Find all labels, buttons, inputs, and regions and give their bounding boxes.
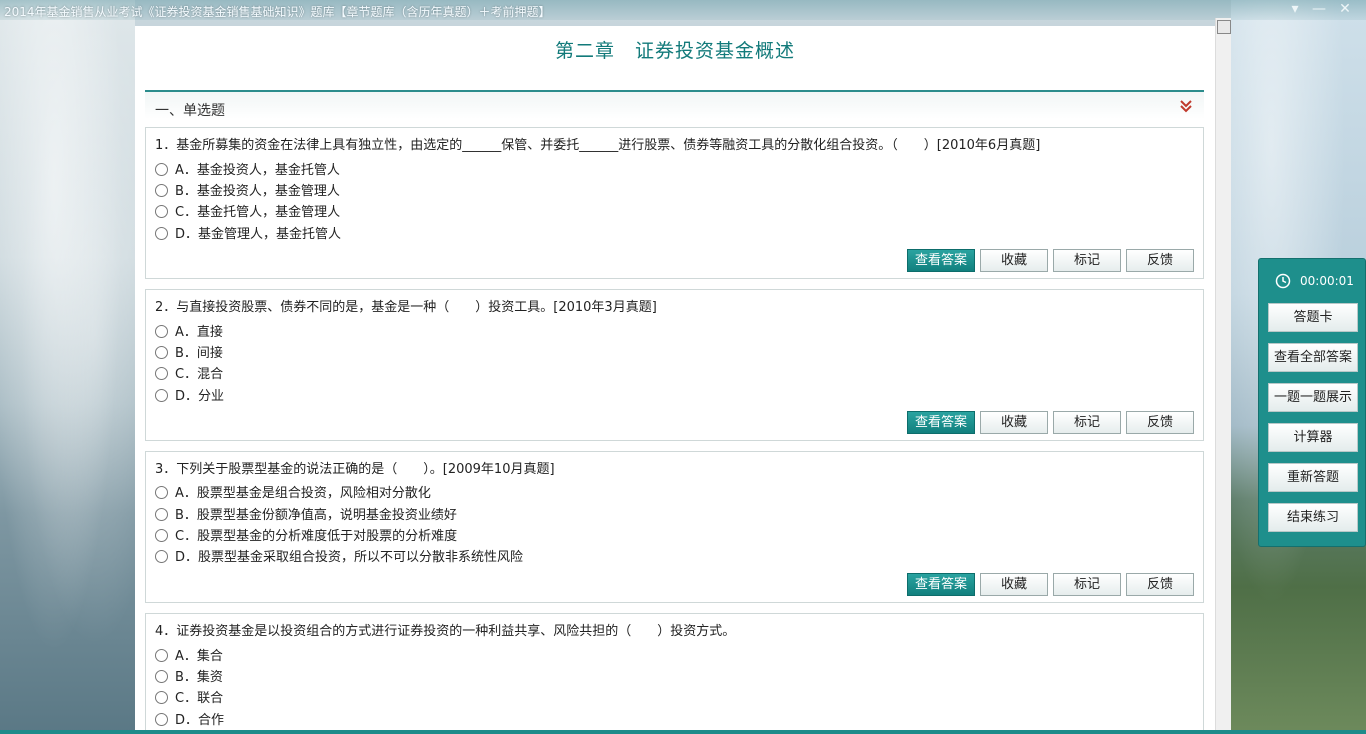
feedback-button[interactable]: 反馈	[1126, 249, 1194, 272]
question-text: 1．基金所募集的资金在法律上具有独立性，由选定的______保管、并委托____…	[155, 138, 1041, 153]
option-b[interactable]: B．基金投资人，基金管理人	[155, 183, 340, 201]
view-answer-button[interactable]: 查看答案	[907, 249, 975, 272]
radio-button[interactable]	[155, 649, 168, 662]
clock-icon	[1275, 273, 1291, 289]
mark-button[interactable]: 标记	[1053, 573, 1121, 596]
question-card-2: 2．与直接投资股票、债券不同的是，基金是一种（ ）投资工具。[2010年3月真题…	[145, 289, 1204, 441]
dropdown-icon[interactable]: ▾	[1284, 0, 1306, 18]
option-d[interactable]: D．分业	[155, 388, 224, 406]
radio-button[interactable]	[155, 184, 168, 197]
radio-button[interactable]	[155, 529, 168, 542]
timer: 00:00:01	[1259, 271, 1365, 291]
option-c[interactable]: C．股票型基金的分析难度低于对股票的分析难度	[155, 528, 457, 546]
background-left	[0, 0, 135, 734]
one-by-one-button[interactable]: 一题一题展示	[1268, 383, 1358, 412]
radio-button[interactable]	[155, 486, 168, 499]
favorite-button[interactable]: 收藏	[980, 411, 1048, 434]
question-text: 3．下列关于股票型基金的说法正确的是（ ）。[2009年10月真题]	[155, 462, 555, 477]
view-all-answers-button[interactable]: 查看全部答案	[1268, 343, 1358, 372]
minimize-icon[interactable]: —	[1308, 0, 1330, 18]
calculator-button[interactable]: 计算器	[1268, 423, 1358, 452]
radio-button[interactable]	[155, 367, 168, 380]
title-bar: 2014年基金销售从业考试《证券投资基金销售基础知识》题库【章节题库（含历年真题…	[0, 0, 1366, 20]
side-control-panel: 00:00:01 答题卡 查看全部答案 一题一题展示 计算器 重新答题 结束练习	[1258, 258, 1366, 547]
radio-button[interactable]	[155, 346, 168, 359]
section-title: 一、单选题	[155, 103, 225, 119]
feedback-button[interactable]: 反馈	[1126, 411, 1194, 434]
option-a[interactable]: A．基金投资人，基金托管人	[155, 162, 340, 180]
scroll-thumb[interactable]	[1217, 20, 1231, 34]
option-b[interactable]: B．集资	[155, 669, 223, 687]
option-c[interactable]: C．混合	[155, 366, 223, 384]
option-d[interactable]: D．股票型基金采取组合投资，所以不可以分散非系统性风险	[155, 549, 523, 567]
double-chevron-down-icon[interactable]	[1178, 98, 1194, 114]
question-card-1: 1．基金所募集的资金在法律上具有独立性，由选定的______保管、并委托____…	[145, 127, 1204, 279]
radio-button[interactable]	[155, 205, 168, 218]
vertical-scrollbar[interactable]	[1215, 18, 1231, 730]
end-practice-button[interactable]: 结束练习	[1268, 503, 1358, 532]
question-card-4: 4．证券投资基金是以投资组合的方式进行证券投资的一种利益共享、风险共担的（ ）投…	[145, 613, 1204, 730]
option-b[interactable]: B．间接	[155, 345, 223, 363]
favorite-button[interactable]: 收藏	[980, 573, 1048, 596]
feedback-button[interactable]: 反馈	[1126, 573, 1194, 596]
radio-button[interactable]	[155, 389, 168, 402]
view-answer-button[interactable]: 查看答案	[907, 411, 975, 434]
option-c[interactable]: C．基金托管人，基金管理人	[155, 204, 340, 222]
radio-button[interactable]	[155, 325, 168, 338]
question-text: 2．与直接投资股票、债券不同的是，基金是一种（ ）投资工具。[2010年3月真题…	[155, 300, 657, 315]
option-c[interactable]: C．联合	[155, 690, 223, 708]
radio-button[interactable]	[155, 163, 168, 176]
mark-button[interactable]: 标记	[1053, 411, 1121, 434]
question-content: 第二章 证券投资基金概述 一、单选题 1．基金所募集的资金在法律上具有独立性，由…	[135, 26, 1215, 730]
favorite-button[interactable]: 收藏	[980, 249, 1048, 272]
radio-button[interactable]	[155, 670, 168, 683]
option-b[interactable]: B．股票型基金份额净值高，说明基金投资业绩好	[155, 507, 457, 525]
radio-button[interactable]	[155, 713, 168, 726]
close-icon[interactable]: ✕	[1334, 0, 1356, 18]
mark-button[interactable]: 标记	[1053, 249, 1121, 272]
section-header: 一、单选题	[145, 90, 1204, 119]
window-title: 2014年基金销售从业考试《证券投资基金销售基础知识》题库【章节题库（含历年真题…	[4, 5, 551, 19]
radio-button[interactable]	[155, 691, 168, 704]
answer-card-button[interactable]: 答题卡	[1268, 303, 1358, 332]
option-d[interactable]: D．基金管理人，基金托管人	[155, 226, 341, 244]
bottom-border	[0, 730, 1366, 734]
option-a[interactable]: A．直接	[155, 324, 223, 342]
radio-button[interactable]	[155, 550, 168, 563]
option-a[interactable]: A．股票型基金是组合投资，风险相对分散化	[155, 485, 431, 503]
radio-button[interactable]	[155, 227, 168, 240]
chapter-title: 第二章 证券投资基金概述	[554, 40, 795, 62]
question-card-3: 3．下列关于股票型基金的说法正确的是（ ）。[2009年10月真题] A．股票型…	[145, 451, 1204, 603]
restart-button[interactable]: 重新答题	[1268, 463, 1358, 492]
view-answer-button[interactable]: 查看答案	[907, 573, 975, 596]
question-text: 4．证券投资基金是以投资组合的方式进行证券投资的一种利益共享、风险共担的（ ）投…	[155, 624, 736, 639]
timer-value: 00:00:01	[1300, 274, 1354, 288]
option-a[interactable]: A．集合	[155, 648, 223, 666]
option-d[interactable]: D．合作	[155, 712, 224, 730]
radio-button[interactable]	[155, 508, 168, 521]
